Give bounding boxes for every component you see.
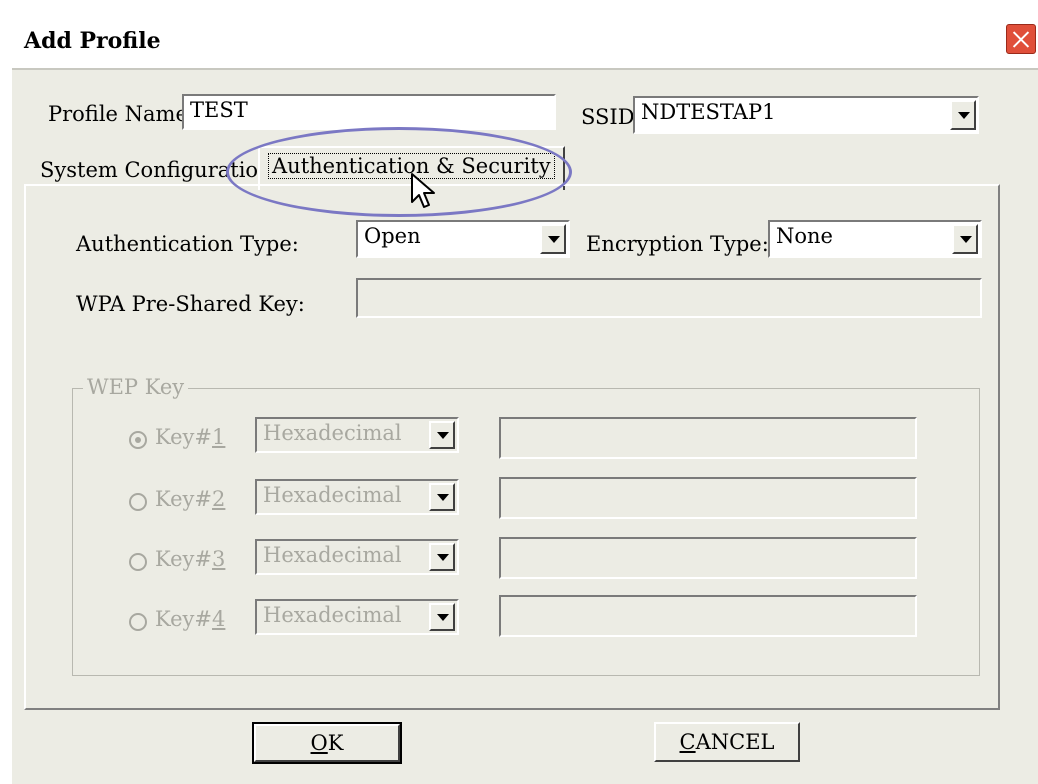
ssid-label: SSID: [581, 105, 635, 129]
key4-value-input[interactable]: [499, 595, 917, 637]
dialog-title: Add Profile: [24, 28, 161, 54]
key1-format-value: Hexadecimal: [263, 421, 402, 445]
key2-format-dropdown-arrow-icon[interactable]: [429, 483, 455, 511]
ssid-value: NDTESTAP1: [641, 100, 776, 124]
key1-value-input[interactable]: [499, 417, 917, 459]
encryption-type-combobox[interactable]: None: [768, 220, 982, 258]
ok-mnemonic: O: [310, 731, 328, 755]
key2-radio[interactable]: [129, 493, 147, 511]
key2-value-input[interactable]: [499, 477, 917, 519]
key4-format-value: Hexadecimal: [263, 603, 402, 627]
key1-label: Key#1: [155, 425, 226, 449]
ok-button[interactable]: OK: [252, 722, 402, 764]
encryption-type-value: None: [776, 224, 833, 248]
key4-format-dropdown-arrow-icon[interactable]: [429, 603, 455, 631]
authentication-type-combobox[interactable]: Open: [356, 220, 570, 258]
key2-label: Key#2: [155, 487, 226, 511]
authentication-type-label: Authentication Type:: [76, 232, 299, 256]
cancel-mnemonic: C: [679, 730, 696, 754]
key3-format-value: Hexadecimal: [263, 543, 402, 567]
wep-key-rows: Key#1 Hexadecimal Key#2 Hexadecimal Key#…: [73, 389, 979, 675]
tab-system-configuration-label: System Configuration: [40, 158, 272, 182]
key3-radio[interactable]: [129, 553, 147, 571]
key4-radio[interactable]: [129, 613, 147, 631]
profile-name-input[interactable]: TEST: [182, 94, 556, 130]
tab-system-configuration[interactable]: System Configuration: [32, 152, 280, 188]
authentication-type-dropdown-arrow-icon[interactable]: [540, 224, 566, 254]
profile-name-label: Profile Name: [48, 102, 188, 126]
title-separator: [12, 68, 1038, 70]
key1-format-dropdown-arrow-icon[interactable]: [429, 421, 455, 449]
key2-format-value: Hexadecimal: [263, 483, 402, 507]
tab-panel-authentication: Authentication Type: Open Encryption Typ…: [24, 184, 1000, 710]
ssid-dropdown-arrow-icon[interactable]: [950, 100, 976, 130]
key1-radio[interactable]: [129, 431, 147, 449]
wpa-psk-input[interactable]: [356, 278, 982, 318]
wep-key-group: WEP Key Key#1 Hexadecimal Key#2 Hexadeci…: [72, 375, 980, 676]
cancel-label: ANCEL: [695, 730, 775, 754]
authentication-type-value: Open: [364, 224, 421, 248]
key3-label: Key#3: [155, 547, 226, 571]
key3-format-dropdown-arrow-icon[interactable]: [429, 543, 455, 571]
ok-label: K: [327, 731, 344, 755]
tab-authentication-security-label: Authentication & Security: [268, 153, 555, 179]
close-button[interactable]: [1006, 24, 1036, 54]
ssid-combobox[interactable]: NDTESTAP1: [633, 96, 979, 134]
encryption-type-label: Encryption Type:: [586, 232, 769, 256]
cancel-button[interactable]: CANCEL: [654, 722, 800, 762]
title-bar[interactable]: Add Profile: [12, 12, 1038, 68]
encryption-type-dropdown-arrow-icon[interactable]: [952, 224, 978, 254]
key4-label: Key#4: [155, 607, 226, 631]
add-profile-dialog: Add Profile Profile Name TEST SSID NDTES…: [10, 10, 1038, 784]
key3-value-input[interactable]: [499, 537, 917, 579]
wpa-psk-label: WPA Pre-Shared Key:: [76, 292, 305, 316]
